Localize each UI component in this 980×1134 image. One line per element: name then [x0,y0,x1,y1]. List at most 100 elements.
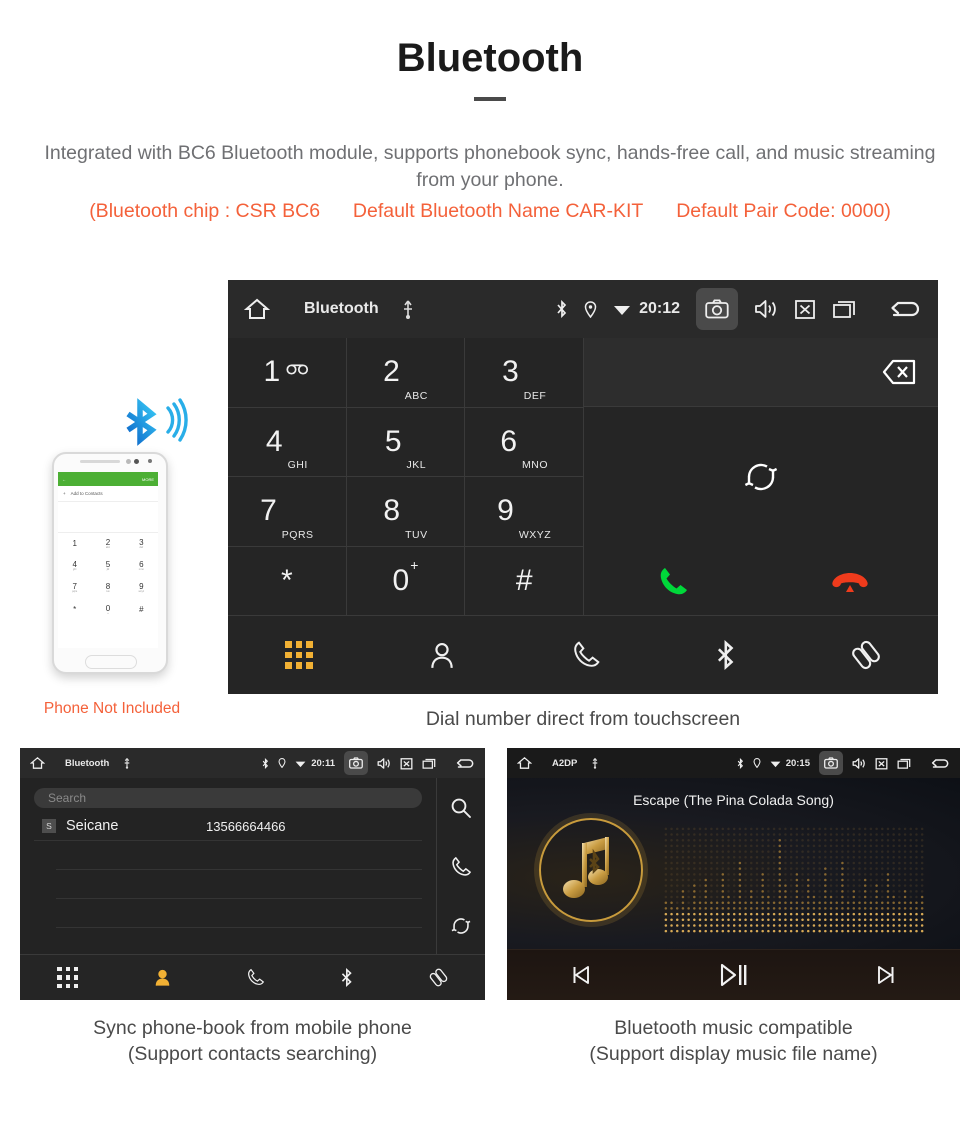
key-letters: TUV [405,528,428,541]
navbar-keypad[interactable] [57,967,78,988]
navbar-link[interactable] [851,640,881,670]
usb-icon [123,757,131,769]
navbar-call-log[interactable] [571,640,601,670]
backspace-button[interactable] [584,338,938,407]
phonebook-sidebar [437,778,485,955]
key-digit: 5 [384,424,402,458]
key-4[interactable]: 4 GHI [228,407,347,477]
phone-mockup: ← MORE + Add to Contacts 1 2 abc 3 def 4 ghi 5 j… [52,452,168,674]
key-letters: MNO [522,459,548,471]
bluetooth-signal-graphic [118,388,198,450]
equalizer-visualizer [663,826,925,934]
phone-key-5: 5 jkl [91,555,124,577]
phone-number-field [58,502,158,533]
voicemail-icon [286,363,310,381]
statusbar-right: 20:11 [253,751,475,775]
sync-button[interactable] [584,407,938,548]
spec-pair-code: Default Pair Code: 0000) [676,200,891,222]
bluetooth-icon [737,757,744,769]
key-hash[interactable]: # [465,546,584,616]
home-icon[interactable] [30,756,45,770]
key-star[interactable]: * [228,546,347,616]
location-icon [584,300,597,318]
next-track-icon[interactable] [875,964,897,986]
volume-icon[interactable] [377,757,391,770]
back-icon[interactable] [930,757,950,770]
phone-key-letters: ghi [72,567,77,571]
contact-row-empty [56,870,422,899]
phone-key-digit: # [139,605,144,614]
navbar-bluetooth[interactable] [340,968,354,987]
back-icon[interactable] [888,298,922,320]
close-box-icon[interactable] [400,757,413,770]
key-letters: ABC [404,389,428,402]
recents-icon[interactable] [422,757,437,770]
location-icon [278,758,286,768]
close-box-icon[interactable] [794,298,816,320]
key-7[interactable]: 7 PQRS [228,477,347,547]
key-digit: 0 [392,563,410,597]
phone-key-letters: tuv [106,589,110,593]
phone-add-contacts-label: Add to Contacts [70,491,103,496]
bluetooth-icon [556,300,568,318]
navbar-call-log[interactable] [246,968,265,987]
key-letters: DEF [523,389,547,402]
contact-row[interactable]: S Seicane 13566664466 [34,812,422,841]
search-input[interactable]: Search [34,788,422,808]
phone-key-letters: mno [138,567,144,571]
camera-icon[interactable] [696,288,738,330]
recents-icon[interactable] [832,298,858,320]
dialer-navbar [228,615,938,694]
navbar-link[interactable] [429,968,448,987]
title-divider [474,97,506,101]
phonebook-caption-line1: Sync phone-book from mobile phone [93,1017,412,1039]
key-1[interactable]: 1 [228,338,347,408]
dialer-statusbar: Bluetooth 20:12 [228,280,938,338]
phone-key-6: 6 mno [125,555,158,577]
camera-icon[interactable] [819,751,843,775]
camera-icon[interactable] [344,751,368,775]
statusbar-right: 20:12 [540,288,922,330]
key-3[interactable]: 3 DEF [465,338,584,408]
key-9[interactable]: 9 WXYZ [465,477,584,547]
phonebook-main: Search S Seicane 13566664466 [20,778,485,955]
key-0[interactable]: 0 + [346,546,466,616]
contact-row-empty [56,899,422,928]
end-call-button[interactable] [761,547,938,616]
close-box-icon[interactable] [875,757,888,770]
keypad-grid: 1 2 ABC 3 DEF 4 GHI 5 JKL 6 MNO 7 PQRS 8 TUV 9 WXYZ * 0 + # [228,338,584,616]
volume-icon[interactable] [852,757,866,770]
statusbar-title: Bluetooth [304,300,379,317]
sync-icon[interactable] [450,915,472,937]
key-digit: # [515,563,533,597]
navbar-contacts[interactable] [427,640,457,670]
dialer-screenshot: Bluetooth 20:12 1 2 ABC 3 DEF 4 GHI 5 JK… [228,280,938,694]
recents-icon[interactable] [897,757,912,770]
key-8[interactable]: 8 TUV [346,477,466,547]
key-5[interactable]: 5 JKL [346,407,466,477]
music-screenshot: A2DP 20:15 Escape (The Pina Colada Song) [507,748,960,1000]
music-caption: Bluetooth music compatible (Support disp… [507,1015,960,1067]
call-icon[interactable] [450,856,472,878]
keypad-actions [584,338,938,616]
bluetooth-icon [262,757,269,769]
home-icon[interactable] [517,756,532,770]
key-2[interactable]: 2 ABC [346,338,466,408]
phonebook-screenshot: Bluetooth 20:11 Search S Seicane 1356666… [20,748,485,1000]
play-pause-icon[interactable] [718,962,748,988]
navbar-keypad[interactable] [285,641,313,669]
back-icon[interactable] [455,757,475,770]
call-button[interactable] [584,547,762,616]
music-caption-line1: Bluetooth music compatible [614,1017,853,1039]
wifi-icon [613,302,631,316]
volume-icon[interactable] [754,298,778,320]
bluetooth-feature-page: Bluetooth Integrated with BC6 Bluetooth … [0,0,980,1134]
music-stage: Escape (The Pina Colada Song) [507,778,960,950]
navbar-contacts[interactable] [153,968,172,987]
key-6[interactable]: 6 MNO [465,407,584,477]
home-icon[interactable] [244,297,270,321]
phone-led-icon [148,459,152,463]
navbar-bluetooth[interactable] [715,640,737,670]
previous-track-icon[interactable] [570,964,592,986]
search-icon[interactable] [450,797,472,819]
